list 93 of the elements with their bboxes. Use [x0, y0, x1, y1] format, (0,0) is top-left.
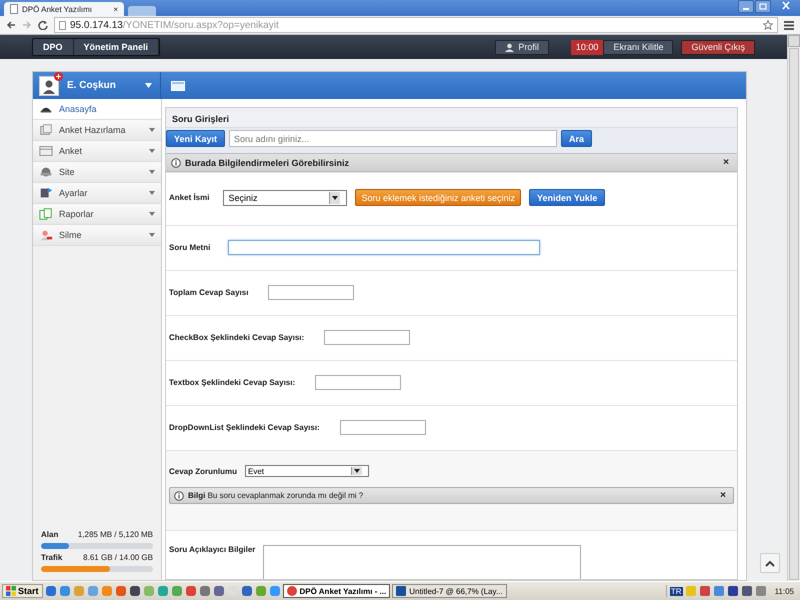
tab-close-button[interactable]: ×	[113, 4, 118, 14]
field-label: Toplam Cevap Sayısı	[169, 288, 248, 297]
app-icon	[396, 586, 406, 596]
required-dropdown[interactable]: Evet	[245, 465, 370, 477]
field-label: Soru Açıklayıcı Bilgiler	[169, 545, 256, 556]
sidebar-item[interactable]: Site	[33, 162, 161, 183]
field-label: DropDownList Şeklindeki Cevap Sayısı:	[169, 423, 320, 432]
app-icon[interactable]	[198, 585, 211, 597]
info-icon	[171, 158, 181, 168]
app-icon[interactable]	[240, 585, 253, 597]
user-name[interactable]: E. Coşkun	[67, 80, 137, 91]
url-text: 95.0.174.13/YONETIM/soru.aspx?op=yenikayit	[70, 20, 279, 30]
profile-button[interactable]: Profil	[495, 40, 549, 54]
caret-icon[interactable]	[145, 83, 152, 88]
field-label: CheckBox Şeklindeki Cevap Sayısı:	[169, 333, 304, 342]
star-icon[interactable]	[763, 20, 773, 30]
scrollbar[interactable]	[787, 35, 800, 581]
caret-icon	[149, 170, 155, 174]
caret-icon	[149, 191, 155, 195]
taskbar-window-button[interactable]: Untitled-7 @ 66,7% (Lay...	[392, 584, 507, 598]
tab-title: DPÖ Anket Yazılımı	[22, 4, 93, 14]
app-icon[interactable]	[212, 585, 225, 597]
close-button[interactable]: ×	[720, 157, 732, 168]
dropdown-arrow-icon	[354, 469, 360, 473]
page-icon	[10, 4, 18, 14]
input-field[interactable]	[315, 375, 402, 390]
app-icon[interactable]	[128, 585, 141, 597]
sidebar-item[interactable]: Raporlar	[33, 204, 161, 225]
user-delete-icon	[39, 228, 53, 242]
sidebar-item[interactable]: Silme	[33, 225, 161, 246]
text-area[interactable]	[263, 545, 582, 579]
forward-icon[interactable]	[22, 20, 32, 30]
restore-button[interactable]	[755, 0, 771, 13]
user-icon	[505, 42, 514, 52]
sidebar-item[interactable]: Anket	[33, 141, 161, 162]
chevron-up-icon	[765, 560, 775, 566]
reload-icon[interactable]	[38, 20, 48, 30]
search-field[interactable]: Soru adını giriniz...	[229, 130, 558, 147]
field-label: Anket İsmi	[169, 193, 210, 202]
close-button[interactable]: ×	[717, 490, 729, 501]
meter-label: Alan	[41, 530, 60, 539]
notice-text: Burada Bilgilendirmeleri Görebilirsiniz	[185, 158, 350, 168]
app-icon[interactable]	[184, 585, 197, 597]
start-button[interactable]: Start	[2, 584, 43, 598]
caret-icon	[149, 149, 155, 153]
field-label: Soru Metni	[169, 243, 210, 252]
info-icon	[174, 490, 184, 500]
sidebar-item[interactable]: Ayarlar	[33, 183, 161, 204]
caret-icon	[149, 233, 155, 237]
dropdown-arrow-icon	[332, 196, 338, 200]
search-button[interactable]: Ara	[561, 130, 592, 147]
sidebar-item[interactable]: Anket Hazırlama	[33, 120, 161, 141]
page-icon	[59, 20, 66, 30]
field-label: Cevap Zorunlumu	[169, 466, 238, 476]
app-icon[interactable]	[44, 585, 57, 597]
clock: 11:05	[774, 586, 794, 596]
window-icon[interactable]	[171, 80, 185, 90]
meter-reading: 8.61 GB / 14.00 GB	[83, 553, 153, 562]
tray-icon[interactable]	[698, 585, 711, 597]
language-indicator[interactable]: TR	[670, 586, 683, 596]
lock-screen-button[interactable]: Ekranı Kilitle	[603, 40, 674, 54]
minimize-button[interactable]	[738, 0, 754, 13]
app-icon	[286, 586, 297, 596]
window-icon	[39, 144, 53, 158]
menu-icon[interactable]	[784, 20, 794, 30]
new-record-button[interactable]: Yeni Kayıt	[166, 130, 226, 147]
caret-icon	[149, 128, 155, 132]
survey-dropdown[interactable]: Seçiniz	[223, 190, 348, 206]
tray-icon[interactable]	[726, 585, 739, 597]
input-field[interactable]	[340, 420, 426, 435]
field-label: Textbox Şeklindeki Cevap Sayısı:	[169, 378, 296, 387]
meter-label: Trafik	[41, 553, 64, 562]
meter-reading: 1,285 MB / 5,120 MB	[78, 530, 153, 539]
logout-button[interactable]: Güvenli Çıkış	[681, 40, 755, 54]
scroll-top-button[interactable]	[760, 553, 780, 573]
lock-timer: 10:00	[570, 40, 604, 54]
input-field[interactable]	[268, 285, 354, 300]
address-field[interactable]: 95.0.174.13/YONETIM/soru.aspx?op=yenikayit	[54, 17, 778, 33]
pages-icon	[39, 207, 53, 221]
sidebar-item[interactable]: Anasayfa	[33, 99, 161, 120]
caret-icon	[149, 212, 155, 216]
breadcrumb-item[interactable]: Yönetim Paneli	[74, 39, 160, 55]
reload-button[interactable]: Yeniden Yukle	[529, 189, 606, 206]
windows-logo-icon	[6, 586, 16, 596]
alert-text: Bilgi Bu soru cevaplanmak zorunda mı değil mi ?	[188, 491, 364, 500]
taskbar-window-button[interactable]: DPÖ Anket Yazılımı - ...	[282, 584, 390, 598]
input-field[interactable]	[324, 330, 410, 345]
browser-tab[interactable]: DPÖ Anket Yazılımı ×	[4, 2, 124, 16]
back-icon[interactable]	[6, 20, 16, 30]
input-field[interactable]	[228, 240, 540, 255]
panel-title: Soru Girişleri	[166, 108, 737, 128]
tray-icon[interactable]	[740, 585, 753, 597]
breadcrumb-item[interactable]: DPO	[33, 39, 74, 55]
